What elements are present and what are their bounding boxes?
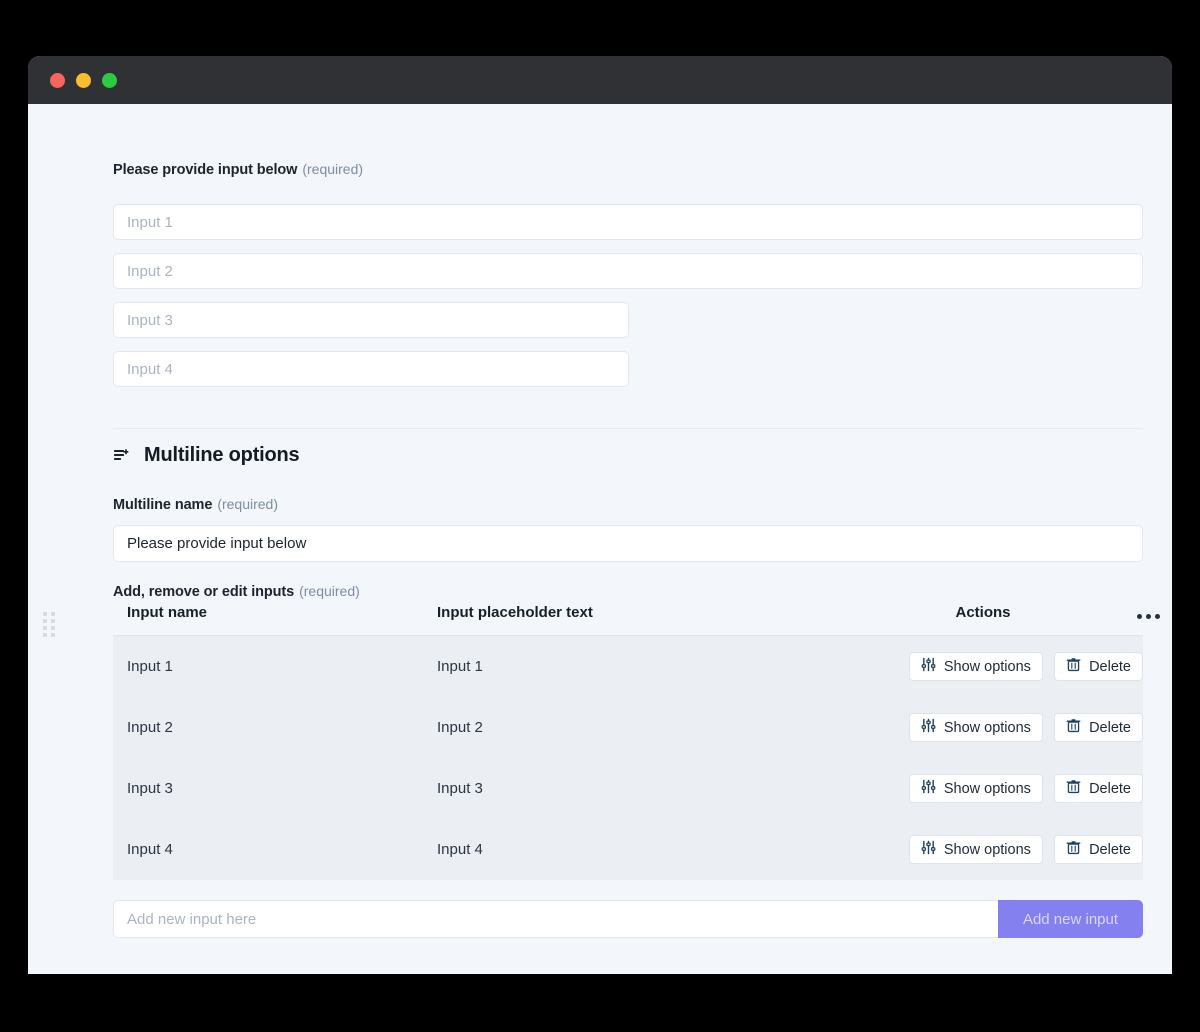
- input-field-3[interactable]: [113, 302, 629, 338]
- top-form-required-tag: (required): [302, 161, 364, 177]
- list-add-icon: [113, 448, 131, 466]
- table-row: Input 1 Input 1 Show options Delete: [113, 636, 1143, 698]
- cell-actions: Show options Delete: [823, 819, 1143, 880]
- top-form-label-row: Please provide input below (required): [113, 161, 363, 178]
- input-field-1[interactable]: [113, 204, 1143, 240]
- show-options-button[interactable]: Show options: [908, 835, 1043, 864]
- page-content: Please provide input below (required) Mu…: [28, 104, 1172, 974]
- add-remove-edit-required-tag: (required): [299, 583, 360, 599]
- section-divider: [113, 428, 1143, 429]
- input-field-4[interactable]: [113, 351, 629, 387]
- window-titlebar: [28, 56, 1172, 104]
- cell-actions: Show options Delete: [823, 758, 1143, 819]
- inputs-table-block: Input name Input placeholder text Action…: [28, 604, 1172, 974]
- sliders-icon: [921, 718, 936, 737]
- table-header-row: Input name Input placeholder text Action…: [113, 604, 1143, 636]
- show-options-label: Show options: [943, 780, 1031, 797]
- multiline-name-label: Multiline name: [113, 497, 213, 513]
- section-title: Multiline options: [144, 444, 300, 466]
- section-header: Multiline options: [113, 444, 300, 467]
- delete-label: Delete: [1089, 658, 1131, 675]
- column-header-placeholder-text: Input placeholder text: [423, 604, 823, 636]
- add-new-input-row: Add new input: [113, 900, 1143, 938]
- trash-icon: [1066, 840, 1081, 859]
- ellipsis-icon[interactable]: [1137, 614, 1160, 619]
- multiline-name-label-row: Multiline name (required): [113, 496, 278, 513]
- app-window: Please provide input below (required) Mu…: [28, 56, 1172, 974]
- show-options-button[interactable]: Show options: [908, 652, 1043, 681]
- close-window-button[interactable]: [50, 72, 65, 88]
- column-header-actions: Actions: [823, 604, 1143, 636]
- delete-label: Delete: [1089, 841, 1131, 858]
- add-new-input-button[interactable]: Add new input: [998, 900, 1143, 938]
- cell-input-placeholder: Input 3: [437, 780, 483, 797]
- show-options-label: Show options: [943, 658, 1031, 675]
- inputs-table: Input name Input placeholder text Action…: [113, 604, 1143, 880]
- delete-button[interactable]: Delete: [1054, 713, 1143, 742]
- sliders-icon: [921, 779, 936, 798]
- top-form-label: Please provide input below: [113, 162, 298, 178]
- input-field-2[interactable]: [113, 253, 1143, 289]
- cell-input-placeholder: Input 1: [437, 658, 483, 675]
- cell-input-name: Input 3: [127, 780, 173, 797]
- show-options-label: Show options: [943, 841, 1031, 858]
- delete-label: Delete: [1089, 719, 1131, 736]
- cell-input-name: Input 4: [127, 841, 173, 858]
- multiline-name-input[interactable]: [113, 525, 1143, 562]
- cell-actions: Show options Delete: [823, 636, 1143, 698]
- show-options-button[interactable]: Show options: [908, 713, 1043, 742]
- cell-actions: Show options Delete: [823, 697, 1143, 758]
- cell-input-placeholder: Input 4: [437, 841, 483, 858]
- delete-label: Delete: [1089, 780, 1131, 797]
- trash-icon: [1066, 657, 1081, 676]
- show-options-label: Show options: [943, 719, 1031, 736]
- sliders-icon: [921, 840, 936, 859]
- trash-icon: [1066, 779, 1081, 798]
- add-remove-edit-label: Add, remove or edit inputs: [113, 584, 295, 600]
- minimize-window-button[interactable]: [76, 72, 91, 88]
- cell-input-name: Input 1: [127, 658, 173, 675]
- inputs-table-head: Input name Input placeholder text Action…: [113, 604, 1143, 636]
- table-row: Input 4 Input 4 Show options Delete: [113, 819, 1143, 880]
- table-label-row: Add, remove or edit inputs (required): [113, 583, 360, 600]
- delete-button[interactable]: Delete: [1054, 652, 1143, 681]
- delete-button[interactable]: Delete: [1054, 774, 1143, 803]
- drag-handle-icon[interactable]: [43, 612, 55, 637]
- multiline-name-required-tag: (required): [217, 496, 279, 512]
- sliders-icon: [921, 657, 936, 676]
- inputs-table-body: Input 1 Input 1 Show options Delete Inpu…: [113, 635, 1143, 880]
- table-row: Input 3 Input 3 Show options Delete: [113, 758, 1143, 819]
- column-header-input-name: Input name: [113, 604, 423, 636]
- trash-icon: [1066, 718, 1081, 737]
- show-options-button[interactable]: Show options: [908, 774, 1043, 803]
- table-row: Input 2 Input 2 Show options Delete: [113, 697, 1143, 758]
- cell-input-placeholder: Input 2: [437, 719, 483, 736]
- delete-button[interactable]: Delete: [1054, 835, 1143, 864]
- maximize-window-button[interactable]: [102, 72, 117, 88]
- cell-input-name: Input 2: [127, 719, 173, 736]
- add-new-input-field[interactable]: [113, 900, 998, 938]
